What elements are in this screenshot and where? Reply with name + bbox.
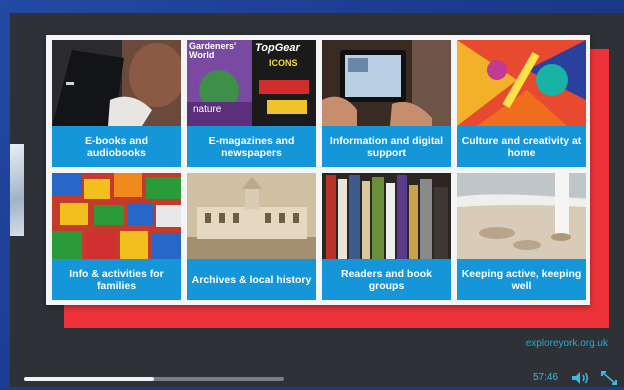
tile-label: Culture and creativity at home [457,126,586,167]
tile-readers[interactable]: Readers and book groups [322,173,451,300]
tile-archives[interactable]: Archives & local history [187,173,316,300]
tile-emagazines[interactable]: Gardeners' World TopGear ICONS nature E-… [187,40,316,167]
colorful-art-image [457,40,586,126]
tile-label: E-magazines and newspapers [187,126,316,167]
magazine-title-1: Gardeners' World [189,41,237,60]
ebooks-image [52,40,181,126]
tile-active[interactable]: Keeping active, keeping well [457,173,586,300]
lego-image [52,173,181,259]
site-url[interactable]: exploreyork.org.uk [526,338,608,349]
tile-culture[interactable]: Culture and creativity at home [457,40,586,167]
tablet-image [322,40,451,126]
tile-label: Archives & local history [187,259,316,300]
tile-information[interactable]: Information and digital support [322,40,451,167]
fullscreen-icon[interactable] [601,371,617,390]
services-card: E-books and audiobooks Gardeners' World … [46,35,590,305]
tile-label: Information and digital support [322,126,451,167]
progress-bar[interactable] [24,377,284,381]
magazine-title-2: TopGear [255,42,300,54]
time-readout: 57:46 [533,372,559,383]
magazine-badge: ICONS [269,58,298,68]
archive-building-image [187,173,316,259]
beach-image [457,173,586,259]
tile-label: Keeping active, keeping well [457,259,586,300]
magazines-image: Gardeners' World TopGear ICONS nature [187,40,316,126]
tile-label: Readers and book groups [322,259,451,300]
bookshelf-image [322,173,451,259]
tile-ebooks[interactable]: E-books and audiobooks [52,40,181,167]
tile-label: E-books and audiobooks [52,126,181,167]
magazine-subtitle: nature [193,104,222,115]
volume-icon[interactable] [571,371,591,390]
progress-fill [24,377,154,381]
tile-label: Info & activities for families [52,259,181,300]
tile-families[interactable]: Info & activities for families [52,173,181,300]
previous-slide-peek [10,144,24,236]
